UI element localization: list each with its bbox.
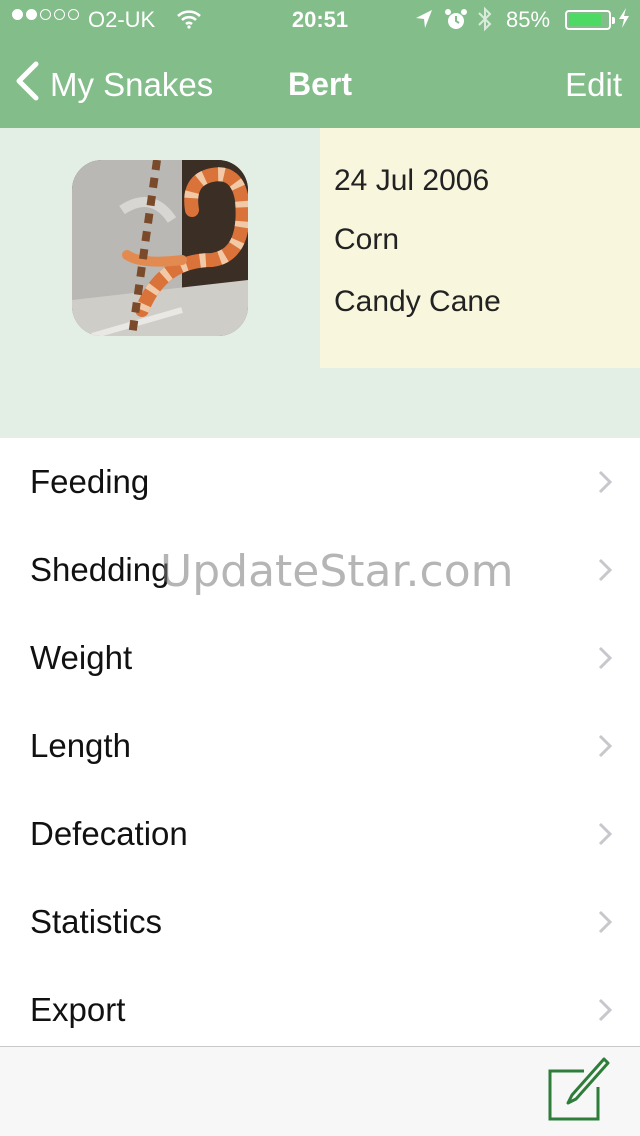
chevron-right-icon: [598, 734, 613, 763]
bottom-toolbar: [0, 1046, 640, 1136]
menu-item-export[interactable]: Export: [0, 966, 640, 1054]
snake-details-panel: 24 Jul 2006 Corn Candy Cane: [320, 128, 640, 368]
menu-item-statistics[interactable]: Statistics: [0, 878, 640, 966]
menu-item-label: Shedding: [30, 551, 170, 588]
menu-item-label: Feeding: [30, 463, 150, 500]
hatch-date: 24 Jul 2006: [334, 164, 490, 197]
menu-item-label: Defecation: [30, 815, 188, 852]
menu-item-feeding[interactable]: Feeding: [0, 438, 640, 526]
morph: Candy Cane: [334, 285, 501, 318]
menu-item-label: Statistics: [30, 903, 163, 940]
chevron-right-icon: [598, 998, 613, 1027]
snake-photo[interactable]: [72, 160, 248, 336]
menu-item-length[interactable]: Length: [0, 702, 640, 790]
menu-item-label: Export: [30, 991, 126, 1028]
battery-icon: [565, 10, 615, 30]
menu-item-label: Weight: [30, 639, 133, 676]
snake-profile-header: 24 Jul 2006 Corn Candy Cane: [0, 128, 640, 438]
compose-button[interactable]: [544, 1057, 612, 1125]
alarm-clock-icon: [444, 8, 468, 38]
battery-percent: 85%: [506, 7, 551, 32]
back-button-label: My Snakes: [50, 66, 214, 103]
snake-menu-list: Feeding Shedding Weight Length Defecatio…: [0, 438, 640, 1054]
navigation-bar: O2-UK 20:51 85% My Snakes Bert Edit: [0, 0, 640, 128]
chevron-right-icon: [598, 558, 613, 587]
species: Corn: [334, 223, 400, 256]
chevron-right-icon: [598, 910, 613, 939]
status-bar: O2-UK 20:51 85%: [0, 0, 640, 40]
charging-bolt-icon: [618, 7, 630, 35]
menu-item-weight[interactable]: Weight: [0, 614, 640, 702]
menu-item-shedding[interactable]: Shedding: [0, 526, 640, 614]
menu-item-defecation[interactable]: Defecation: [0, 790, 640, 878]
chevron-right-icon: [598, 822, 613, 851]
compose-icon: [544, 1057, 612, 1129]
edit-button[interactable]: Edit: [565, 66, 622, 104]
battery-level-fill: [569, 14, 602, 26]
location-arrow-icon: [414, 8, 434, 36]
back-button[interactable]: My Snakes: [14, 60, 213, 110]
chevron-right-icon: [598, 646, 613, 675]
chevron-right-icon: [598, 470, 613, 499]
bluetooth-icon: [476, 6, 494, 38]
menu-item-label: Length: [30, 727, 131, 764]
chevron-left-icon: [14, 61, 40, 109]
